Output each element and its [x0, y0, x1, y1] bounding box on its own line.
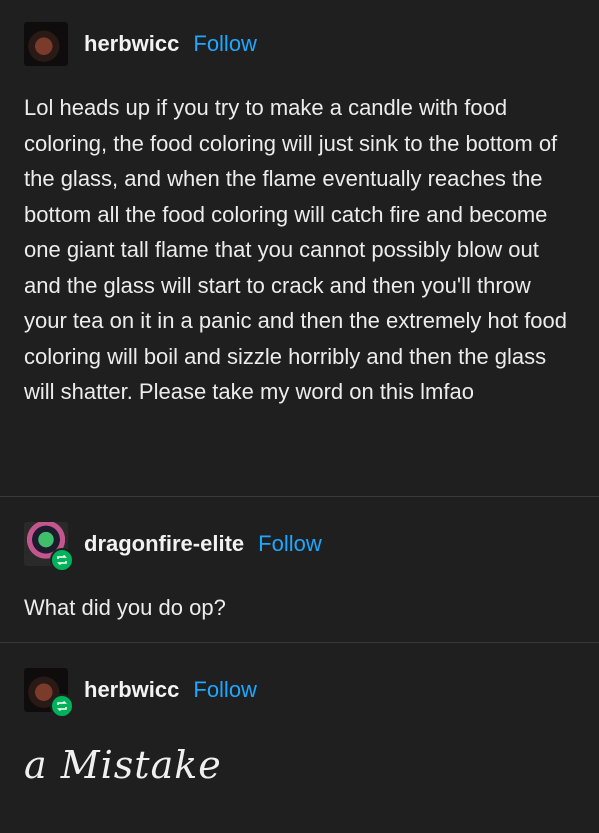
post-3: herbwicc Follow a Mistake [0, 662, 599, 784]
post-body: Lol heads up if you try to make a candle… [24, 95, 568, 404]
username[interactable]: dragonfire-elite [84, 531, 244, 557]
divider [0, 642, 599, 643]
divider [0, 496, 599, 497]
username[interactable]: herbwicc [84, 677, 179, 703]
username[interactable]: herbwicc [84, 31, 179, 57]
reblog-icon [50, 694, 74, 718]
post-header: herbwicc Follow [24, 16, 575, 72]
reblog-icon [50, 548, 74, 572]
post-header: herbwicc Follow [24, 662, 575, 718]
post-body: a Mistake [24, 743, 222, 787]
post-body: What did you do op? [24, 595, 226, 620]
follow-button[interactable]: Follow [258, 531, 322, 557]
post-2: dragonfire-elite Follow What did you do … [0, 516, 599, 626]
avatar[interactable] [24, 22, 68, 66]
post-header: dragonfire-elite Follow [24, 516, 575, 572]
avatar[interactable] [24, 522, 74, 572]
avatar[interactable] [24, 668, 74, 718]
post-1: herbwicc Follow Lol heads up if you try … [0, 0, 599, 410]
follow-button[interactable]: Follow [193, 31, 257, 57]
follow-button[interactable]: Follow [193, 677, 257, 703]
